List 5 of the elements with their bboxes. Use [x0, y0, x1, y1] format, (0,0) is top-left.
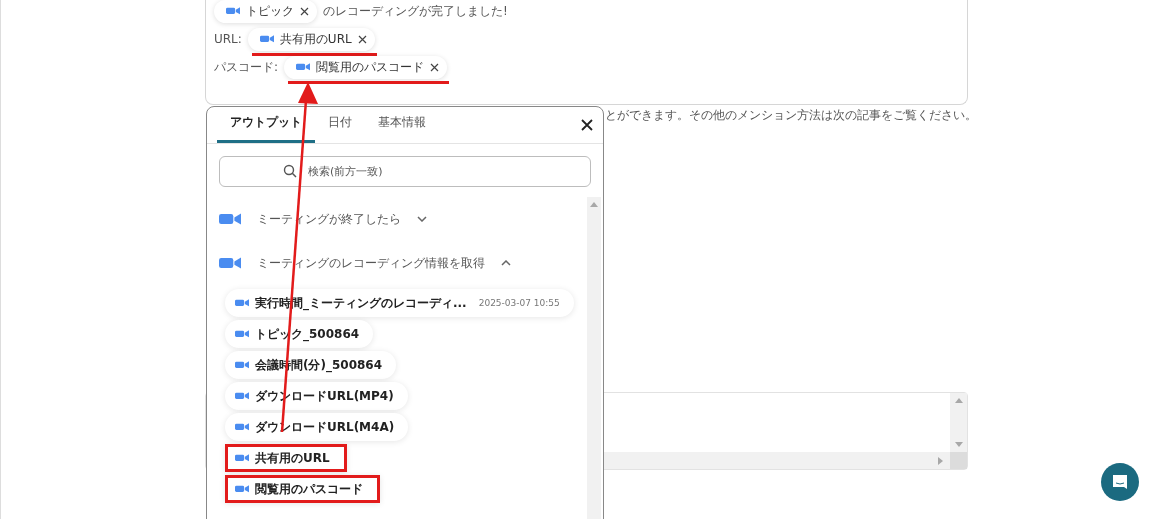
help-text: とができます。その他のメンション方法は次の記事をご覧ください。 — [605, 107, 968, 124]
field-label: パスコード: — [214, 58, 279, 76]
message-text: のレコーディングが完了しました! — [323, 2, 508, 20]
field-label: URL: — [214, 32, 242, 46]
item-value: 2025-03-07 10:55 — [478, 298, 560, 308]
